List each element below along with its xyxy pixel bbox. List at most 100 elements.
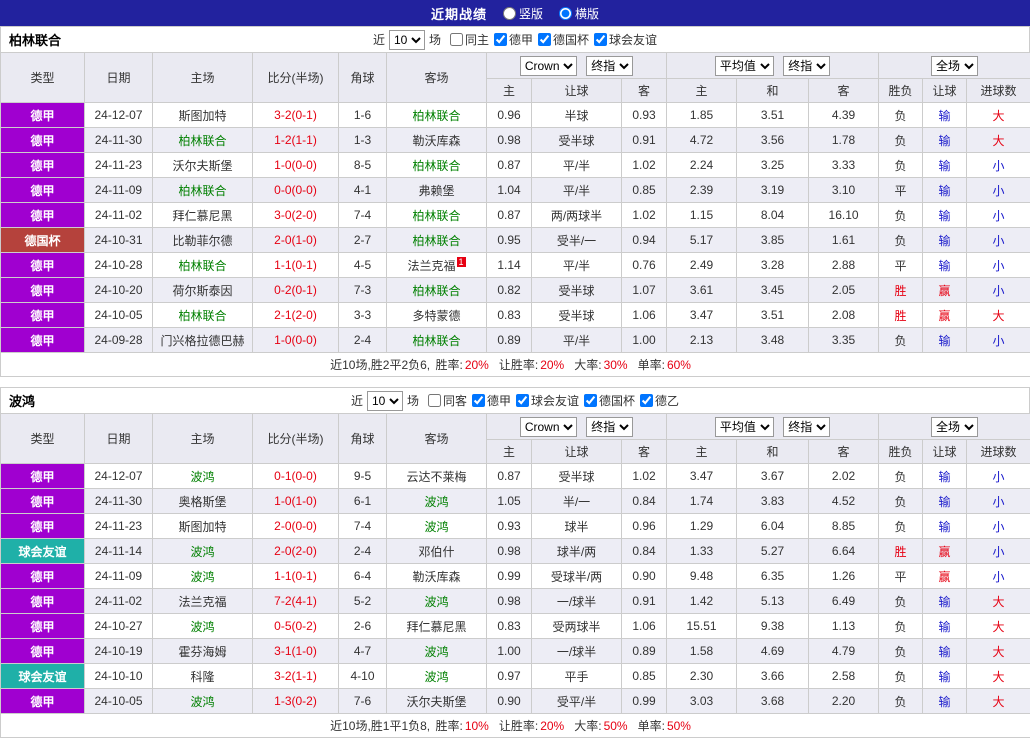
summary-stat-value: 50% — [667, 719, 691, 733]
euro-home-odds: 1.74 — [667, 489, 737, 514]
asia-final-select[interactable]: 终指 — [586, 56, 633, 76]
euro-home-odds: 1.33 — [667, 539, 737, 564]
euro-draw-odds: 9.38 — [737, 614, 809, 639]
corner-cell: 7-6 — [339, 689, 387, 714]
result-cell: 负 — [879, 153, 923, 178]
euro-away-odds: 1.61 — [809, 228, 879, 253]
checkbox-input[interactable] — [450, 33, 463, 46]
euro-home-odds: 2.13 — [667, 328, 737, 353]
layout-option-vertical[interactable]: 竖版 — [503, 5, 543, 22]
asia-home-odds: 0.97 — [487, 664, 532, 689]
euro-average-select[interactable]: 平均值 — [715, 417, 774, 437]
score-cell: 2-0(0-0) — [253, 514, 339, 539]
asia-final-select[interactable]: 终指 — [586, 417, 633, 437]
checkbox-label: 德乙 — [655, 392, 679, 409]
checkbox-input[interactable] — [428, 394, 441, 407]
asia-handicap: 平/半 — [532, 328, 622, 353]
asia-home-odds: 1.04 — [487, 178, 532, 203]
away-team-cell: 多特蒙德 — [387, 303, 487, 328]
filter-checkbox-球会友谊[interactable]: 球会友谊 — [516, 392, 579, 409]
result-cell: 负 — [879, 589, 923, 614]
euro-away-odds: 3.10 — [809, 178, 879, 203]
asia-home-odds: 0.89 — [487, 328, 532, 353]
euro-average-select[interactable]: 平均值 — [715, 56, 774, 76]
home-team-cell: 柏林联合 — [153, 303, 253, 328]
checkbox-input[interactable] — [472, 394, 485, 407]
checkbox-input[interactable] — [538, 33, 551, 46]
vertical-radio[interactable] — [503, 7, 516, 20]
away-team-cell: 勒沃库森 — [387, 128, 487, 153]
away-team-cell: 柏林联合 — [387, 228, 487, 253]
filter-checkbox-德乙[interactable]: 德乙 — [640, 392, 679, 409]
home-team-cell: 奥格斯堡 — [153, 489, 253, 514]
league-filter-checkboxes: 同客德甲球会友谊德国杯 德乙 — [423, 392, 679, 409]
checkbox-input[interactable] — [584, 394, 597, 407]
corner-cell: 4-7 — [339, 639, 387, 664]
col-handicap-result: 让球 — [923, 79, 967, 103]
filter-checkbox-德甲[interactable]: 德甲 — [494, 31, 533, 48]
date-cell: 24-11-09 — [85, 178, 153, 203]
odds-company-select[interactable]: Crown — [520, 417, 577, 437]
checkbox-input[interactable] — [494, 33, 507, 46]
euro-final-select[interactable]: 终指 — [783, 417, 830, 437]
corner-cell: 6-1 — [339, 489, 387, 514]
horizontal-radio[interactable] — [559, 7, 572, 20]
asia-away-odds: 0.96 — [622, 514, 667, 539]
euro-draw-odds: 3.45 — [737, 278, 809, 303]
col-corner: 角球 — [339, 414, 387, 464]
asia-away-odds: 1.02 — [622, 464, 667, 489]
filter-checkbox-球会友谊[interactable]: 球会友谊 — [594, 31, 657, 48]
filter-checkbox-德国杯[interactable]: 德国杯 — [584, 392, 635, 409]
filter-checkbox-德国杯[interactable]: 德国杯 — [538, 31, 589, 48]
league-badge: 德甲 — [1, 639, 85, 664]
layout-option-horizontal[interactable]: 横版 — [559, 5, 599, 22]
away-team-cell: 云达不莱梅 — [387, 464, 487, 489]
asia-home-odds: 0.90 — [487, 689, 532, 714]
col-away: 客场 — [387, 414, 487, 464]
league-badge: 德甲 — [1, 153, 85, 178]
match-count-select[interactable]: 10 — [389, 30, 425, 50]
euro-final-select[interactable]: 终指 — [783, 56, 830, 76]
euro-home-odds: 1.58 — [667, 639, 737, 664]
summary-row: 近10场,胜1平1负8, 胜率:10%让胜率:20%大率:50%单率:50% — [1, 714, 1030, 738]
match-count-select[interactable]: 10 — [367, 391, 403, 411]
corner-cell: 2-4 — [339, 539, 387, 564]
summary-prefix: 近10场,胜1平1负8, — [330, 719, 433, 733]
goals-cell: 大 — [967, 103, 1030, 128]
match-row: 德甲24-10-19霍芬海姆3-1(1-0)4-7波鸿1.00一/球半0.891… — [1, 639, 1030, 664]
filter-checkbox-同主[interactable]: 同主 — [450, 31, 489, 48]
checkbox-input[interactable] — [594, 33, 607, 46]
asia-handicap: 平/半 — [532, 153, 622, 178]
result-cell: 平 — [879, 178, 923, 203]
euro-draw-odds: 4.69 — [737, 639, 809, 664]
scope-select[interactable]: 全场 — [931, 56, 978, 76]
goals-cell: 小 — [967, 328, 1030, 353]
euro-away-odds: 4.39 — [809, 103, 879, 128]
euro-away-odds: 16.10 — [809, 203, 879, 228]
handicap-result-cell: 输 — [923, 464, 967, 489]
euro-home-odds: 5.17 — [667, 228, 737, 253]
asia-away-odds: 0.94 — [622, 228, 667, 253]
summary-row: 近10场,胜2平2负6, 胜率:20%让胜率:20%大率:30%单率:60% — [1, 353, 1030, 377]
asia-home-odds: 0.98 — [487, 539, 532, 564]
asia-handicap: 受半/一 — [532, 228, 622, 253]
home-team-cell: 法兰克福 — [153, 589, 253, 614]
euro-draw-odds: 3.28 — [737, 253, 809, 278]
goals-cell: 大 — [967, 664, 1030, 689]
team-name: 波鸿 — [9, 391, 35, 410]
col-type: 类型 — [1, 53, 85, 103]
euro-away-odds: 6.49 — [809, 589, 879, 614]
filter-checkbox-德甲[interactable]: 德甲 — [472, 392, 511, 409]
checkbox-input[interactable] — [640, 394, 653, 407]
euro-home-odds: 2.49 — [667, 253, 737, 278]
away-team-cell: 法兰克福1 — [387, 253, 487, 278]
checkbox-input[interactable] — [516, 394, 529, 407]
odds-company-select[interactable]: Crown — [520, 56, 577, 76]
score-cell: 2-0(1-0) — [253, 228, 339, 253]
league-badge: 德甲 — [1, 514, 85, 539]
score-cell: 3-0(2-0) — [253, 203, 339, 228]
col-result: 胜负 — [879, 79, 923, 103]
col-euro-draw: 和 — [737, 440, 809, 464]
filter-checkbox-同客[interactable]: 同客 — [428, 392, 467, 409]
scope-select[interactable]: 全场 — [931, 417, 978, 437]
